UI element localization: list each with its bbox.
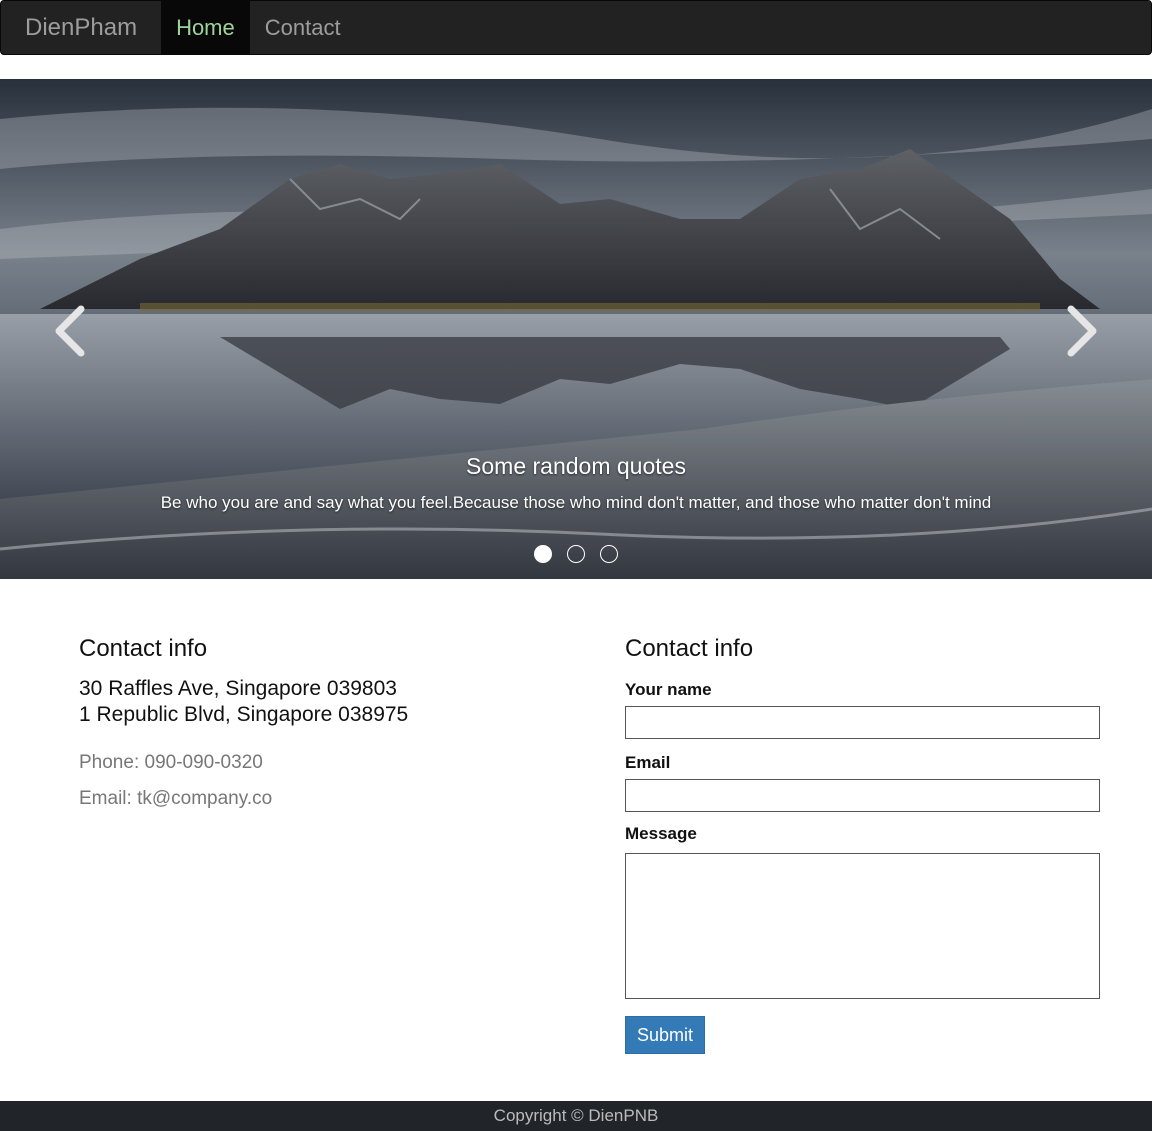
carousel-next-button[interactable] — [1052, 301, 1112, 361]
name-input[interactable] — [625, 706, 1100, 739]
contact-form: Contact info Your name Email Message Sub… — [625, 634, 1100, 1054]
navbar: DienPham Home Contact — [0, 0, 1152, 55]
email-input[interactable] — [625, 779, 1100, 812]
carousel-indicator-2[interactable] — [567, 545, 585, 563]
message-textarea[interactable] — [625, 853, 1100, 999]
carousel-caption-text: Be who you are and say what you feel.Bec… — [160, 493, 992, 512]
address-block: 30 Raffles Ave, Singapore 039803 1 Repub… — [79, 676, 579, 728]
name-label: Your name — [625, 680, 712, 699]
address-line-2: 1 Republic Blvd, Singapore 038975 — [79, 703, 409, 726]
carousel-caption-title: Some random quotes — [466, 453, 686, 479]
nav-item-contact[interactable]: Contact — [250, 1, 356, 54]
brand-link[interactable]: DienPham — [1, 1, 161, 54]
address-line-1: 30 Raffles Ave, Singapore 039803 — [79, 677, 397, 700]
carousel-prev-button[interactable] — [40, 301, 100, 361]
chevron-right-icon — [1067, 305, 1097, 357]
footer: Copyright © DienPNB — [0, 1101, 1152, 1131]
hero-carousel: Some random quotes Be who you are and sa… — [0, 79, 1152, 579]
phone-text: Phone: 090-090-0320 — [79, 752, 263, 773]
contact-form-title: Contact info — [625, 635, 754, 662]
copyright-text: Copyright © DienPNB — [493, 1106, 659, 1125]
contact-info-section: Contact info 30 Raffles Ave, Singapore 0… — [79, 634, 579, 810]
contact-info-title: Contact info — [79, 635, 208, 662]
chevron-left-icon — [55, 305, 85, 357]
email-text: Email: tk@company.co — [79, 788, 273, 809]
carousel-indicator-1[interactable] — [534, 545, 552, 563]
nav-item-home[interactable]: Home — [161, 1, 250, 54]
email-label: Email — [625, 753, 671, 772]
submit-button[interactable]: Submit — [625, 1016, 706, 1054]
carousel-indicators — [0, 545, 1152, 563]
carousel-indicator-3[interactable] — [600, 545, 618, 563]
message-label: Message — [625, 824, 697, 843]
